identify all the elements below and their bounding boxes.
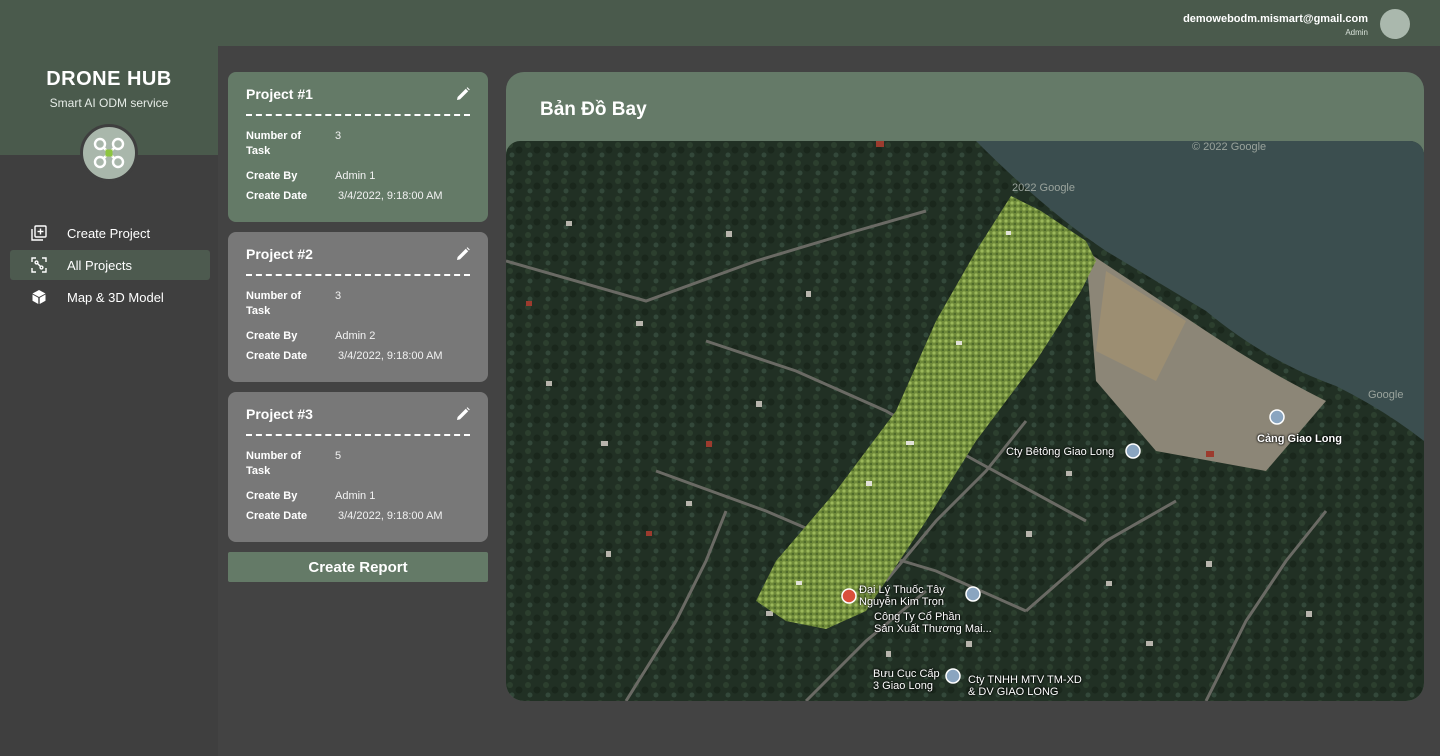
map-copyright: 2022 Google: [1012, 182, 1075, 194]
create-date-value: 3/4/2022, 9:18:00 AM: [338, 510, 443, 522]
sidebar-item-label: Map & 3D Model: [67, 289, 164, 305]
sidebar-item-create-project[interactable]: Create Project: [10, 218, 210, 248]
tasks-value: 5: [335, 450, 342, 462]
drone-logo-icon: [80, 124, 138, 182]
create-report-button[interactable]: Create Report: [228, 552, 488, 582]
map-title: Bản Đồ Bay: [540, 99, 647, 120]
brand-subtitle: Smart AI ODM service: [49, 96, 169, 110]
map-watermark: Google: [1368, 389, 1404, 401]
created-by-label: Create By: [246, 490, 298, 502]
add-box-icon: [30, 224, 48, 242]
tasks-label: Number of Task: [246, 290, 301, 317]
cube-icon: [30, 288, 48, 306]
project-title: Project #3: [246, 406, 313, 422]
avatar[interactable]: [1380, 9, 1410, 39]
project-title: Project #2: [246, 246, 313, 262]
top-bar: demowebodm.mismart@gmail.com Admin: [0, 0, 1440, 46]
edit-icon[interactable]: [456, 247, 470, 261]
map-label-tnhh[interactable]: Cty TNHH MTV TM-XD & DV GIAO LONG: [968, 674, 1082, 698]
brand-title: DRONE HUB: [46, 68, 172, 90]
tasks-value: 3: [335, 290, 342, 302]
map-label-post-office[interactable]: Bưu Cục Cấp 3 Giao Long: [873, 668, 940, 692]
tasks-value: 3: [335, 130, 342, 142]
project-frame-icon: [30, 256, 48, 274]
project-card[interactable]: Project #1 Number of Task 3 Create By Adm…: [228, 72, 488, 222]
sidebar: DRONE HUB Smart AI ODM service Create Pr…: [0, 46, 218, 756]
tasks-label: Number of Task: [246, 450, 301, 477]
create-date-value: 3/4/2022, 9:18:00 AM: [338, 190, 443, 202]
project-card[interactable]: Project #2 Number of Task 3 Create By Adm…: [228, 232, 488, 382]
edit-icon[interactable]: [456, 407, 470, 421]
map-label-pharmacy[interactable]: Đại Lý Thuốc Tây Nguyễn Kim Trọn: [859, 584, 945, 608]
created-by-label: Create By: [246, 170, 298, 182]
tasks-label: Number of Task: [246, 130, 301, 157]
user-email: demowebodm.mismart@gmail.com: [1183, 13, 1368, 25]
map-label-betong[interactable]: Cty Bêtông Giao Long: [1006, 446, 1114, 458]
sidebar-nav: Create Project All Projects Map & 3D Mod…: [10, 218, 210, 314]
sidebar-item-all-projects[interactable]: All Projects: [10, 250, 210, 280]
create-date-label: Create Date: [246, 350, 308, 362]
sidebar-item-label: All Projects: [67, 257, 133, 273]
map-panel: Bản Đồ Bay Cảng Giao Long Cty Bêtông Gia…: [506, 72, 1424, 701]
created-by-value: Admin 1: [335, 170, 376, 182]
created-by-value: Admin 1: [335, 490, 376, 502]
card-divider: [246, 434, 470, 436]
project-card[interactable]: Project #3 Number of Task 5 Create By Adm…: [228, 392, 488, 542]
created-by-label: Create By: [246, 330, 298, 342]
satellite-map[interactable]: Cảng Giao Long Cty Bêtông Giao Long Đại …: [506, 141, 1424, 701]
create-date-value: 3/4/2022, 9:18:00 AM: [338, 350, 443, 362]
map-label-port[interactable]: Cảng Giao Long: [1257, 433, 1342, 445]
create-date-label: Create Date: [246, 510, 308, 522]
card-divider: [246, 114, 470, 116]
sidebar-item-label: Create Project: [67, 225, 151, 241]
sidebar-item-map-3d-model[interactable]: Map & 3D Model: [10, 282, 210, 312]
map-label-company[interactable]: Công Ty Cổ Phần Sản Xuất Thương Mại...: [874, 611, 992, 635]
card-divider: [246, 274, 470, 276]
project-title: Project #1: [246, 86, 313, 102]
create-date-label: Create Date: [246, 190, 308, 202]
edit-icon[interactable]: [456, 87, 470, 101]
created-by-value: Admin 2: [335, 330, 376, 342]
user-role: Admin: [1345, 28, 1368, 37]
map-copyright: © 2022 Google: [1192, 141, 1267, 153]
